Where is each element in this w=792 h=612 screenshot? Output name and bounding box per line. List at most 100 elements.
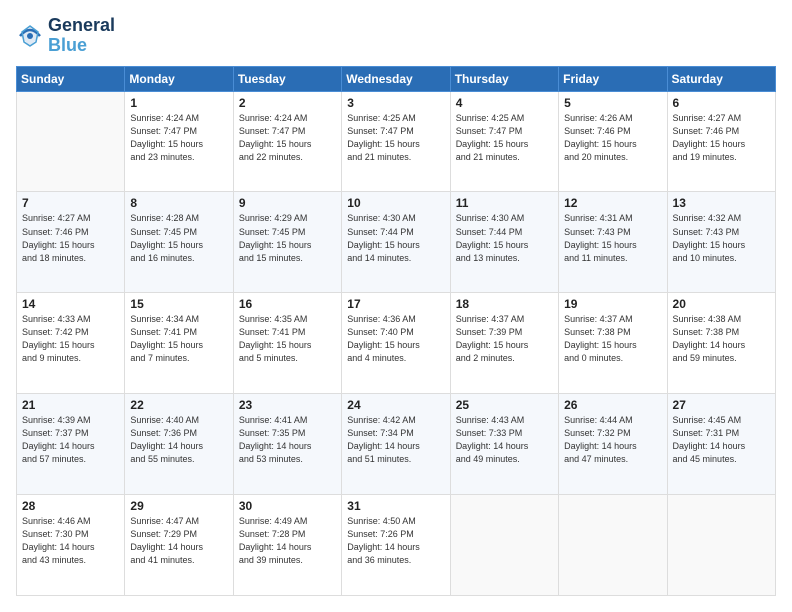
day-number: 18	[456, 297, 553, 311]
calendar-cell: 22 Sunrise: 4:40 AM Sunset: 7:36 PM Dayli…	[125, 394, 233, 495]
day-number: 3	[347, 96, 444, 110]
calendar-cell: 2Sunrise: 4:24 AM Sunset: 7:47 PM Daylig…	[233, 91, 341, 192]
day-number: 28	[22, 499, 119, 513]
calendar-day-header: Wednesday	[342, 66, 450, 91]
day-number: 25	[456, 398, 553, 412]
day-info: Sunrise: 4:38 AM Sunset: 7:38 PM Dayligh…	[673, 313, 770, 365]
day-number: 19	[564, 297, 661, 311]
calendar-day-header: Tuesday	[233, 66, 341, 91]
calendar-cell	[450, 495, 558, 596]
calendar-cell: 1 Sunrise: 4:24 AM Sunset: 7:47 PM Daylig…	[125, 91, 233, 192]
day-number: 12	[564, 196, 661, 210]
calendar-cell: 3 Sunrise: 4:25 AM Sunset: 7:47 PM Daylig…	[342, 91, 450, 192]
calendar-cell: 25 Sunrise: 4:43 AM Sunset: 7:33 PM Dayli…	[450, 394, 558, 495]
day-info: Sunrise: 4:25 AM Sunset: 7:47 PM Dayligh…	[347, 112, 444, 164]
calendar-cell: 10 Sunrise: 4:30 AM Sunset: 7:44 PM Dayli…	[342, 192, 450, 293]
page: General Blue SundayMondayTuesdayWednesda…	[0, 0, 792, 612]
day-info: Sunrise: 4:29 AM Sunset: 7:45 PM Dayligh…	[239, 212, 336, 264]
calendar-cell: 20Sunrise: 4:38 AM Sunset: 7:38 PM Dayli…	[667, 293, 775, 394]
day-number: 6	[673, 96, 770, 110]
day-info: Sunrise: 4:32 AM Sunset: 7:43 PM Dayligh…	[673, 212, 770, 264]
day-info: Sunrise: 4:34 AM Sunset: 7:41 PM Dayligh…	[130, 313, 227, 365]
day-number: 26	[564, 398, 661, 412]
calendar-cell: 18 Sunrise: 4:37 AM Sunset: 7:39 PM Dayli…	[450, 293, 558, 394]
day-number: 15	[130, 297, 227, 311]
day-number: 5	[564, 96, 661, 110]
day-info: Sunrise: 4:40 AM Sunset: 7:36 PM Dayligh…	[130, 414, 227, 466]
day-info: Sunrise: 4:47 AM Sunset: 7:29 PM Dayligh…	[130, 515, 227, 567]
day-number: 4	[456, 96, 553, 110]
calendar-cell: 31 Sunrise: 4:50 AM Sunset: 7:26 PM Dayli…	[342, 495, 450, 596]
calendar-cell: 30 Sunrise: 4:49 AM Sunset: 7:28 PM Dayli…	[233, 495, 341, 596]
day-info: Sunrise: 4:31 AM Sunset: 7:43 PM Dayligh…	[564, 212, 661, 264]
calendar-cell: 26 Sunrise: 4:44 AM Sunset: 7:32 PM Dayli…	[559, 394, 667, 495]
calendar-cell: 7 Sunrise: 4:27 AM Sunset: 7:46 PM Daylig…	[17, 192, 125, 293]
logo-icon	[16, 22, 44, 50]
calendar-week-row: 21 Sunrise: 4:39 AM Sunset: 7:37 PM Dayli…	[17, 394, 776, 495]
day-info: Sunrise: 4:24 AM Sunset: 7:47 PM Dayligh…	[130, 112, 227, 164]
calendar-week-row: 1 Sunrise: 4:24 AM Sunset: 7:47 PM Daylig…	[17, 91, 776, 192]
day-number: 27	[673, 398, 770, 412]
day-info: Sunrise: 4:36 AM Sunset: 7:40 PM Dayligh…	[347, 313, 444, 365]
day-info: Sunrise: 4:39 AM Sunset: 7:37 PM Dayligh…	[22, 414, 119, 466]
calendar-cell: 13 Sunrise: 4:32 AM Sunset: 7:43 PM Dayli…	[667, 192, 775, 293]
calendar-cell: 15 Sunrise: 4:34 AM Sunset: 7:41 PM Dayli…	[125, 293, 233, 394]
calendar-cell: 6 Sunrise: 4:27 AM Sunset: 7:46 PM Daylig…	[667, 91, 775, 192]
calendar-cell	[17, 91, 125, 192]
day-info: Sunrise: 4:30 AM Sunset: 7:44 PM Dayligh…	[456, 212, 553, 264]
header: General Blue	[16, 16, 776, 56]
day-info: Sunrise: 4:27 AM Sunset: 7:46 PM Dayligh…	[22, 212, 119, 264]
calendar-cell: 24Sunrise: 4:42 AM Sunset: 7:34 PM Dayli…	[342, 394, 450, 495]
day-info: Sunrise: 4:28 AM Sunset: 7:45 PM Dayligh…	[130, 212, 227, 264]
day-info: Sunrise: 4:42 AM Sunset: 7:34 PM Dayligh…	[347, 414, 444, 466]
calendar-table: SundayMondayTuesdayWednesdayThursdayFrid…	[16, 66, 776, 596]
calendar-cell: 8 Sunrise: 4:28 AM Sunset: 7:45 PM Daylig…	[125, 192, 233, 293]
calendar-cell: 19 Sunrise: 4:37 AM Sunset: 7:38 PM Dayli…	[559, 293, 667, 394]
calendar-header-row: SundayMondayTuesdayWednesdayThursdayFrid…	[17, 66, 776, 91]
day-info: Sunrise: 4:27 AM Sunset: 7:46 PM Dayligh…	[673, 112, 770, 164]
day-number: 21	[22, 398, 119, 412]
day-info: Sunrise: 4:33 AM Sunset: 7:42 PM Dayligh…	[22, 313, 119, 365]
logo: General Blue	[16, 16, 115, 56]
day-number: 1	[130, 96, 227, 110]
day-info: Sunrise: 4:50 AM Sunset: 7:26 PM Dayligh…	[347, 515, 444, 567]
day-info: Sunrise: 4:30 AM Sunset: 7:44 PM Dayligh…	[347, 212, 444, 264]
day-info: Sunrise: 4:25 AM Sunset: 7:47 PM Dayligh…	[456, 112, 553, 164]
calendar-day-header: Sunday	[17, 66, 125, 91]
calendar-cell: 29Sunrise: 4:47 AM Sunset: 7:29 PM Dayli…	[125, 495, 233, 596]
calendar-cell: 14 Sunrise: 4:33 AM Sunset: 7:42 PM Dayli…	[17, 293, 125, 394]
calendar-cell	[559, 495, 667, 596]
calendar-cell: 9 Sunrise: 4:29 AM Sunset: 7:45 PM Daylig…	[233, 192, 341, 293]
calendar-week-row: 14 Sunrise: 4:33 AM Sunset: 7:42 PM Dayli…	[17, 293, 776, 394]
day-number: 10	[347, 196, 444, 210]
day-number: 14	[22, 297, 119, 311]
day-number: 22	[130, 398, 227, 412]
day-number: 23	[239, 398, 336, 412]
day-number: 17	[347, 297, 444, 311]
day-number: 31	[347, 499, 444, 513]
calendar-day-header: Thursday	[450, 66, 558, 91]
day-info: Sunrise: 4:43 AM Sunset: 7:33 PM Dayligh…	[456, 414, 553, 466]
day-number: 7	[22, 196, 119, 210]
calendar-cell: 5Sunrise: 4:26 AM Sunset: 7:46 PM Daylig…	[559, 91, 667, 192]
day-info: Sunrise: 4:37 AM Sunset: 7:38 PM Dayligh…	[564, 313, 661, 365]
logo-text: General Blue	[48, 16, 115, 56]
day-number: 8	[130, 196, 227, 210]
calendar-cell: 16Sunrise: 4:35 AM Sunset: 7:41 PM Dayli…	[233, 293, 341, 394]
day-number: 30	[239, 499, 336, 513]
calendar-cell: 27 Sunrise: 4:45 AM Sunset: 7:31 PM Dayli…	[667, 394, 775, 495]
calendar-cell: 23Sunrise: 4:41 AM Sunset: 7:35 PM Dayli…	[233, 394, 341, 495]
calendar-cell: 4 Sunrise: 4:25 AM Sunset: 7:47 PM Daylig…	[450, 91, 558, 192]
day-number: 11	[456, 196, 553, 210]
day-info: Sunrise: 4:37 AM Sunset: 7:39 PM Dayligh…	[456, 313, 553, 365]
day-number: 13	[673, 196, 770, 210]
calendar-cell	[667, 495, 775, 596]
day-info: Sunrise: 4:35 AM Sunset: 7:41 PM Dayligh…	[239, 313, 336, 365]
day-number: 9	[239, 196, 336, 210]
day-info: Sunrise: 4:46 AM Sunset: 7:30 PM Dayligh…	[22, 515, 119, 567]
day-info: Sunrise: 4:45 AM Sunset: 7:31 PM Dayligh…	[673, 414, 770, 466]
calendar-cell: 11 Sunrise: 4:30 AM Sunset: 7:44 PM Dayli…	[450, 192, 558, 293]
calendar-cell: 21 Sunrise: 4:39 AM Sunset: 7:37 PM Dayli…	[17, 394, 125, 495]
day-info: Sunrise: 4:49 AM Sunset: 7:28 PM Dayligh…	[239, 515, 336, 567]
day-info: Sunrise: 4:44 AM Sunset: 7:32 PM Dayligh…	[564, 414, 661, 466]
